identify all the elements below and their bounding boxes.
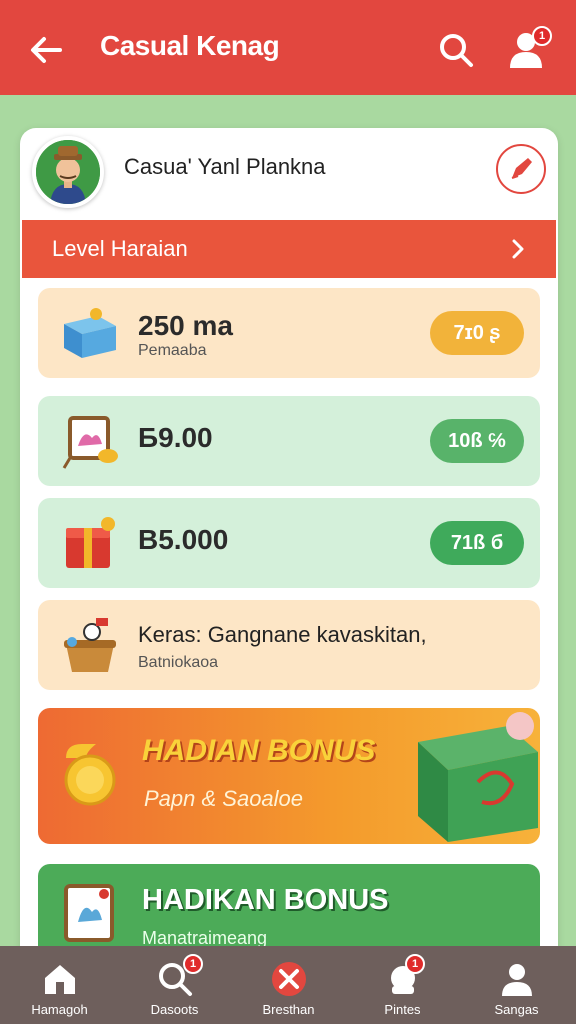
reward-pill[interactable]: 10ß ℅ bbox=[430, 419, 524, 463]
user-name: Casua' Yanl Plankna bbox=[124, 154, 326, 179]
nav-item-search[interactable]: 1 Dasoots bbox=[117, 946, 232, 1024]
frame-icon bbox=[62, 416, 118, 469]
gift-package-icon bbox=[418, 712, 538, 842]
nav-label: Sangas bbox=[494, 1002, 539, 1017]
nav-item-profile[interactable]: Sangas bbox=[459, 946, 574, 1024]
level-bar[interactable]: Level Haraian bbox=[22, 220, 556, 278]
basket-icon bbox=[64, 618, 116, 672]
nav-badge: 1 bbox=[183, 954, 203, 974]
bonus-subtitle: Papn & Saoaloe bbox=[144, 786, 304, 811]
reward-row[interactable]: B5.000 71ß б bbox=[38, 498, 540, 588]
reward-pill[interactable]: 7ɪ0 ʂ bbox=[430, 311, 524, 355]
bonus-banner-primary[interactable]: HADIAN BONUS Papn & Saoaloe bbox=[38, 708, 540, 844]
level-label: Level Haraian bbox=[52, 236, 188, 261]
bonus-title: HADIKAN BONUS bbox=[142, 884, 389, 916]
reward-row[interactable]: Κeras: Gangnane kavaskitan, Batniokaoa bbox=[38, 600, 540, 690]
avatar[interactable] bbox=[32, 136, 104, 208]
reward-row[interactable]: 250 ma Pemaaba 7ɪ0 ʂ bbox=[38, 288, 540, 378]
gift-box-icon bbox=[66, 517, 115, 568]
avatar-illustration bbox=[36, 140, 100, 204]
nav-label: Bresthan bbox=[262, 1002, 315, 1017]
person-icon bbox=[502, 964, 532, 996]
user-row: Casua' Yanl Plankna bbox=[20, 128, 558, 218]
reward-row[interactable]: Б9.00 10ß ℅ bbox=[38, 396, 540, 486]
nav-badge: 1 bbox=[405, 954, 425, 974]
bottom-nav: Hamagoh 1 Dasoots Bresthan 1 Pintes Sang… bbox=[0, 946, 576, 1024]
coin-icon bbox=[64, 744, 116, 806]
reward-amount: 250 ma bbox=[138, 310, 233, 341]
nav-item-center[interactable]: Bresthan bbox=[231, 946, 346, 1024]
search-icon[interactable] bbox=[436, 30, 476, 70]
main-card: Casua' Yanl Plankna Level Haraian 250 ma… bbox=[20, 128, 558, 974]
reward-amount: B5.000 bbox=[138, 524, 229, 555]
box-icon bbox=[64, 308, 116, 358]
back-arrow-icon[interactable] bbox=[26, 30, 66, 70]
close-icon bbox=[272, 962, 306, 996]
reward-title: Κeras: Gangnane kavaskitan, bbox=[138, 622, 427, 647]
reward-subtitle: Batniokaoa bbox=[138, 654, 219, 671]
bonus-title: HADIAN BONUS bbox=[142, 734, 376, 767]
nav-label: Hamagoh bbox=[31, 1002, 88, 1017]
nav-label: Dasoots bbox=[150, 1002, 199, 1017]
reward-amount: Б9.00 bbox=[138, 422, 213, 453]
app-header: Casual Kenag 1 bbox=[0, 0, 576, 95]
nav-item-chat[interactable]: 1 Pintes bbox=[345, 946, 460, 1024]
notification-badge: 1 bbox=[532, 26, 552, 46]
nav-item-home[interactable]: Hamagoh bbox=[2, 946, 117, 1024]
edit-button[interactable] bbox=[496, 144, 546, 194]
reward-pill[interactable]: 71ß б bbox=[430, 521, 524, 565]
home-icon bbox=[45, 965, 75, 994]
pencil-icon bbox=[511, 158, 532, 179]
nav-label: Pintes bbox=[384, 1002, 421, 1017]
picture-frame-icon bbox=[64, 884, 114, 942]
reward-subtitle: Pemaaba bbox=[138, 342, 207, 359]
profile-button[interactable]: 1 bbox=[504, 26, 554, 74]
chevron-right-icon bbox=[512, 239, 524, 259]
page-title: Casual Kenag bbox=[100, 30, 280, 61]
